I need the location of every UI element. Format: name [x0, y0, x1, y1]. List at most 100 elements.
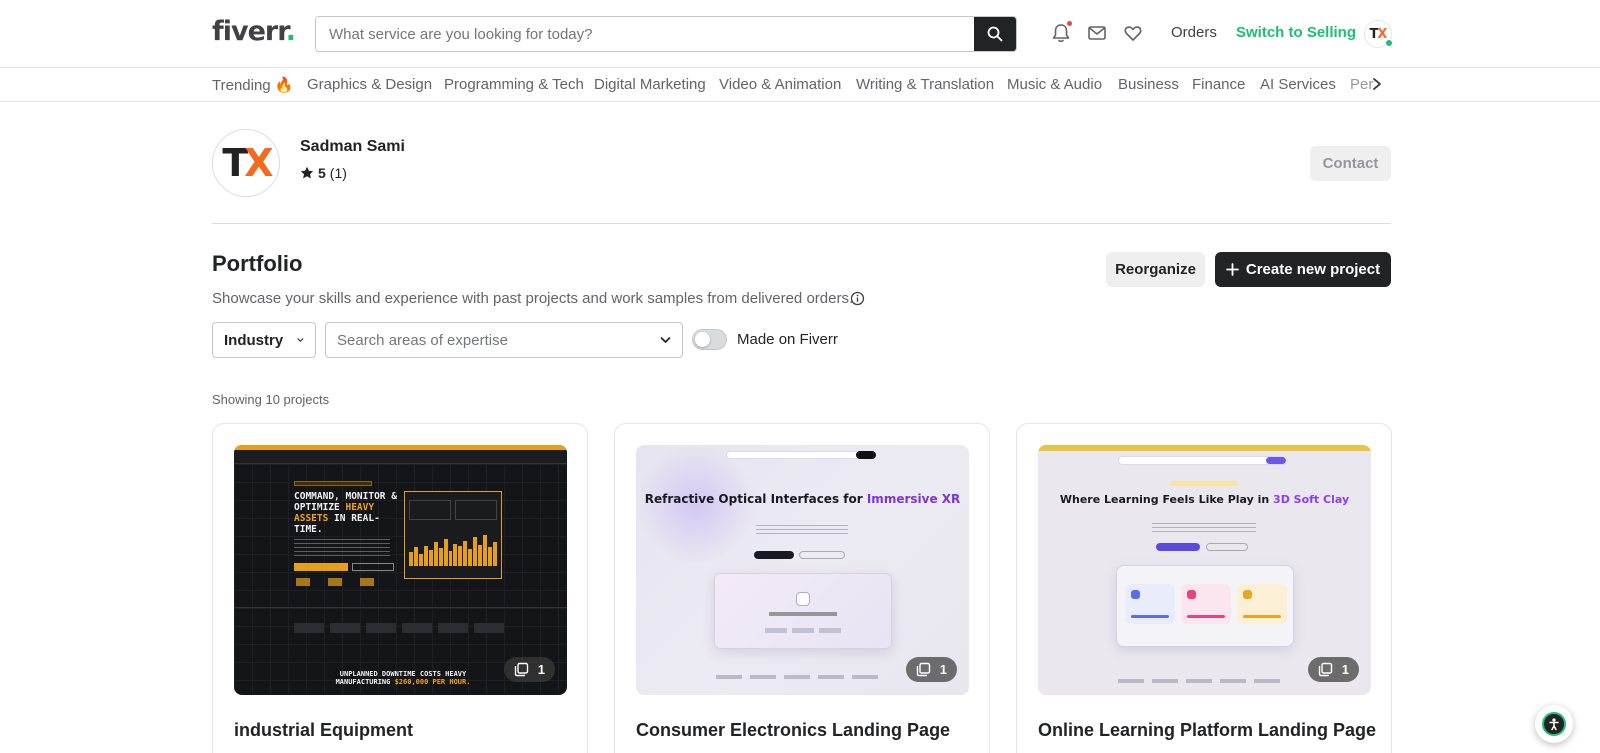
thumb-logo-strip — [716, 675, 886, 679]
thumb-primary-cta — [1156, 543, 1200, 551]
thumb-separator — [234, 607, 567, 608]
accessibility-icon — [1542, 712, 1566, 736]
thumb-tile — [1181, 584, 1231, 624]
thumb-nav — [726, 451, 876, 459]
project-thumbnail[interactable]: Refractive Optical Interfaces for Immers… — [636, 445, 969, 695]
category-ai-services[interactable]: AI Services — [1260, 76, 1336, 93]
thumb-stats — [296, 578, 392, 586]
thumb-secondary-cta — [1206, 543, 1248, 551]
chevron-right-icon[interactable] — [1370, 76, 1384, 92]
gallery-icon — [514, 662, 528, 677]
thumb-headline: COMMAND, MONITOR & OPTIMIZE HEAVY ASSETS… — [294, 491, 397, 535]
industry-label: Industry — [224, 331, 284, 349]
seller-rating: 5 (1) — [300, 165, 347, 181]
thumb-tile — [1125, 584, 1175, 624]
help-button[interactable] — [1535, 705, 1573, 743]
thumb-window-text — [769, 612, 837, 616]
project-card[interactable]: Refractive Optical Interfaces for Immers… — [614, 423, 990, 753]
project-title[interactable]: industrial Equipment — [234, 720, 413, 741]
thumb-pill — [1170, 481, 1238, 486]
thumb-bar-chart — [409, 532, 497, 566]
thumb-app-window — [1116, 565, 1294, 647]
thumb-headline: Refractive Optical Interfaces for Immers… — [644, 492, 961, 506]
chevron-down-icon — [660, 337, 671, 343]
category-music-audio[interactable]: Music & Audio — [1007, 76, 1102, 93]
thumb-primary-cta — [754, 551, 794, 559]
category-video-animation[interactable]: Video & Animation — [719, 76, 841, 93]
search-icon — [987, 26, 1003, 42]
search-input[interactable] — [316, 17, 976, 51]
project-title[interactable]: Online Learning Platform Landing Page — [1038, 720, 1376, 741]
category-trending[interactable]: Trending 🔥 — [212, 76, 294, 94]
info-icon[interactable] — [850, 291, 865, 306]
project-title[interactable]: Consumer Electronics Landing Page — [636, 720, 950, 741]
made-on-fiverr-toggle[interactable] — [692, 329, 727, 350]
project-thumbnail[interactable]: Where Learning Feels Like Play in 3D Sof… — [1038, 445, 1371, 695]
thumb-logo-strip — [1118, 679, 1288, 683]
mail-icon[interactable] — [1086, 22, 1108, 44]
contact-button[interactable]: Contact — [1310, 146, 1391, 181]
notification-dot — [1067, 21, 1072, 26]
rating-score: 5 — [318, 165, 326, 181]
thumb-paragraph — [1152, 523, 1256, 535]
thumb-secondary-cta — [799, 551, 845, 559]
seller-name[interactable]: Sadman Sami — [300, 138, 405, 156]
media-count-badge: 1 — [1307, 657, 1359, 682]
project-card[interactable]: COMMAND, MONITOR & OPTIMIZE HEAVY ASSETS… — [212, 423, 588, 753]
create-project-button[interactable]: Create new project — [1215, 252, 1391, 287]
thumb-headline: Where Learning Feels Like Play in 3D Sof… — [1059, 493, 1350, 506]
thumb-nav — [1118, 456, 1288, 465]
heart-icon[interactable] — [1122, 22, 1144, 44]
star-icon — [300, 166, 314, 179]
chevron-down-icon — [297, 338, 304, 342]
thumb-kpi — [409, 500, 451, 520]
thumb-nav-button — [856, 451, 876, 459]
thumb-nav-button — [1266, 457, 1286, 464]
thumb-nav — [234, 450, 567, 464]
media-count-badge: 1 — [905, 657, 957, 682]
category-nav: Trending 🔥 Graphics & Design Programming… — [0, 68, 1600, 102]
showing-count: Showing 10 projects — [212, 392, 330, 407]
plus-icon — [1225, 263, 1239, 276]
online-status-dot — [1385, 39, 1393, 47]
seller-avatar: TX — [212, 129, 280, 197]
gallery-icon — [1318, 662, 1332, 677]
thumb-dashboard-panel — [404, 491, 502, 579]
thumb-footer-text: UNPLANNED DOWNTIME COSTS HEAVY MANUFACTU… — [335, 670, 471, 686]
category-writing-translation[interactable]: Writing & Translation — [856, 76, 994, 93]
category-finance[interactable]: Finance — [1192, 76, 1245, 93]
industry-dropdown[interactable]: Industry — [212, 322, 316, 358]
made-on-fiverr-label: Made on Fiverr — [737, 331, 838, 348]
section-divider — [212, 223, 1391, 224]
thumb-kpi — [455, 500, 497, 520]
project-card[interactable]: Where Learning Feels Like Play in 3D Sof… — [1016, 423, 1392, 753]
category-business[interactable]: Business — [1118, 76, 1179, 93]
search-button[interactable] — [974, 17, 1016, 51]
category-digital-marketing[interactable]: Digital Marketing — [594, 76, 706, 93]
thumb-feature-row — [294, 623, 504, 633]
orders-link[interactable]: Orders — [1171, 24, 1217, 41]
category-graphics-design[interactable]: Graphics & Design — [307, 76, 432, 93]
thumb-window-icon — [796, 592, 810, 606]
rating-count: (1) — [329, 165, 347, 181]
expertise-placeholder: Search areas of expertise — [337, 331, 508, 349]
category-programming-tech[interactable]: Programming & Tech — [444, 76, 584, 93]
create-project-label: Create new project — [1245, 261, 1381, 278]
toggle-knob — [695, 332, 710, 347]
portfolio-title: Portfolio — [212, 251, 303, 276]
expertise-search-dropdown[interactable]: Search areas of expertise — [325, 322, 683, 358]
thumb-paragraph — [756, 525, 848, 537]
thumb-pill — [294, 481, 372, 486]
thumb-glass-window — [714, 573, 892, 649]
thumb-paragraph — [294, 539, 390, 557]
portfolio-subtitle: Showcase your skills and experience with… — [212, 290, 854, 307]
fiverr-logo[interactable]: fiverr. — [212, 16, 296, 47]
thumb-window-chips — [765, 628, 845, 633]
reorganize-button[interactable]: Reorganize — [1106, 252, 1205, 287]
switch-to-selling-link[interactable]: Switch to Selling — [1236, 24, 1356, 41]
project-thumbnail[interactable]: COMMAND, MONITOR & OPTIMIZE HEAVY ASSETS… — [234, 445, 567, 695]
thumb-tile — [1237, 584, 1287, 624]
thumb-secondary-cta — [352, 563, 394, 571]
gallery-icon — [916, 662, 930, 677]
search-bar — [315, 16, 1017, 52]
